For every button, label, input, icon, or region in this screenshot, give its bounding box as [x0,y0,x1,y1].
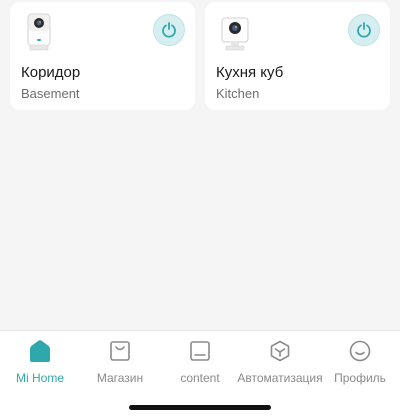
tab-label: content [180,371,220,385]
mi-home-screen: Коридор Basement Кухня куб Kitchen Mi Ho… [0,0,400,420]
device-room: Basement [21,86,80,101]
tab-label: Магазин [96,371,144,385]
shop-bag-icon [106,337,134,365]
device-list: Коридор Basement Кухня куб Kitchen [10,2,390,110]
device-card-koridor[interactable]: Коридор Basement [10,2,195,110]
power-icon [357,22,371,38]
tab-mi-home[interactable]: Mi Home [0,337,80,389]
tab-content[interactable]: content [160,337,240,389]
camera-icon [27,13,51,51]
tab-profile[interactable]: Профиль [320,337,400,389]
tab-label: Профиль [334,371,386,385]
device-name: Коридор [21,64,81,81]
power-button[interactable] [153,14,185,46]
automation-cube-icon [266,337,294,365]
power-button[interactable] [348,14,380,46]
camera-icon [221,17,249,51]
tab-shop[interactable]: Магазин [80,337,160,389]
tab-label: Автоматизация [237,371,323,385]
content-icon [186,337,214,365]
device-room: Kitchen [216,86,260,101]
device-name: Кухня куб [216,64,284,81]
home-indicator[interactable] [129,405,271,410]
device-card-kukhnya[interactable]: Кухня куб Kitchen [205,2,390,110]
tab-automation[interactable]: Автоматизация [237,337,323,389]
home-icon [26,337,54,365]
power-icon [162,22,176,38]
tab-label: Mi Home [15,371,64,385]
profile-smile-icon [346,337,374,365]
